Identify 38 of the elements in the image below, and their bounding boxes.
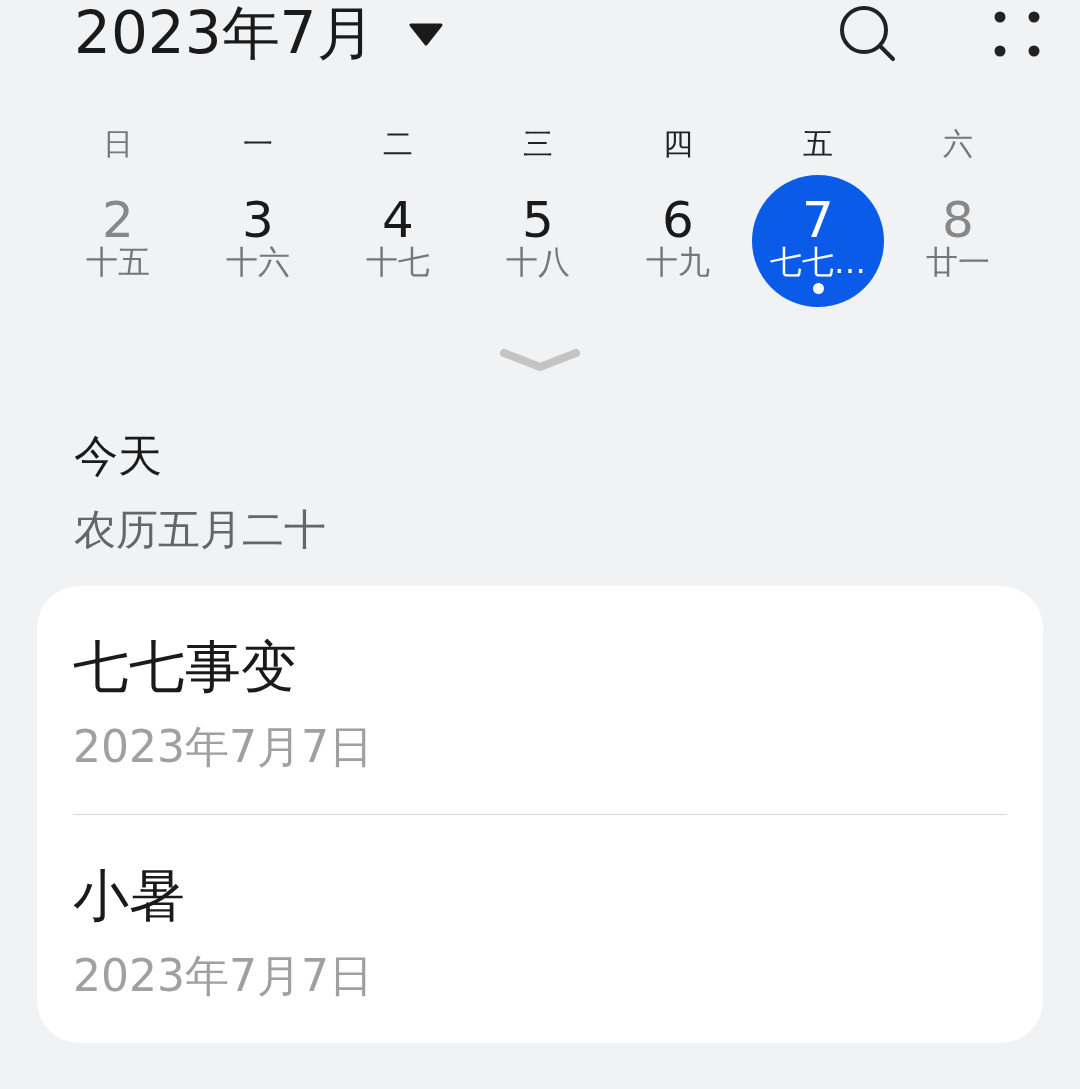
weekday-label: 六 xyxy=(943,125,973,163)
lunar-day: 十八 xyxy=(506,245,570,279)
lunar-date: 农历五月二十 xyxy=(74,504,327,556)
month-title[interactable]: 2023年7月 xyxy=(74,0,375,73)
lunar-day: 十六 xyxy=(226,245,290,279)
more-options-icon[interactable] xyxy=(994,11,1040,57)
weekday-label: 一 xyxy=(243,125,273,163)
day-cell[interactable]: 2 十五 xyxy=(52,175,184,307)
day-number: 8 xyxy=(942,195,974,245)
event-title[interactable]: 七七事变 xyxy=(73,630,1007,706)
day-cell[interactable]: 8 廿一 xyxy=(892,175,1024,307)
lunar-day: 十五 xyxy=(86,245,150,279)
day-number: 5 xyxy=(522,195,554,245)
day-number: 6 xyxy=(662,195,694,245)
today-label: 今天 xyxy=(74,429,163,483)
lunar-day: 十七 xyxy=(366,245,430,279)
weekday-label: 五 xyxy=(803,125,833,163)
day-cell[interactable]: 4 十七 xyxy=(332,175,464,307)
event-title[interactable]: 小暑 xyxy=(73,859,1007,935)
weekday-label: 四 xyxy=(663,125,693,163)
day-cell[interactable]: 5 十八 xyxy=(472,175,604,307)
day-number: 4 xyxy=(382,195,414,245)
event-date: 2023年7月7日 xyxy=(73,720,374,774)
lunar-day: 廿一 xyxy=(926,245,990,279)
day-cell[interactable]: 6 十九 xyxy=(612,175,744,307)
selected-day[interactable]: 7 七七… xyxy=(752,175,884,307)
dropdown-caret-icon[interactable] xyxy=(408,22,443,46)
day-number: 7 xyxy=(802,195,834,245)
day-cell[interactable]: 3 十六 xyxy=(192,175,324,307)
lunar-day: 十九 xyxy=(646,245,710,279)
day-number: 3 xyxy=(242,195,274,245)
event-date: 2023年7月7日 xyxy=(73,949,374,1003)
weekday-label: 日 xyxy=(103,125,133,163)
day-number: 2 xyxy=(102,195,134,245)
weekday-label: 三 xyxy=(523,125,553,163)
search-icon[interactable] xyxy=(838,4,898,64)
lunar-day: 七七… xyxy=(770,245,866,279)
weekday-label: 二 xyxy=(383,125,413,163)
